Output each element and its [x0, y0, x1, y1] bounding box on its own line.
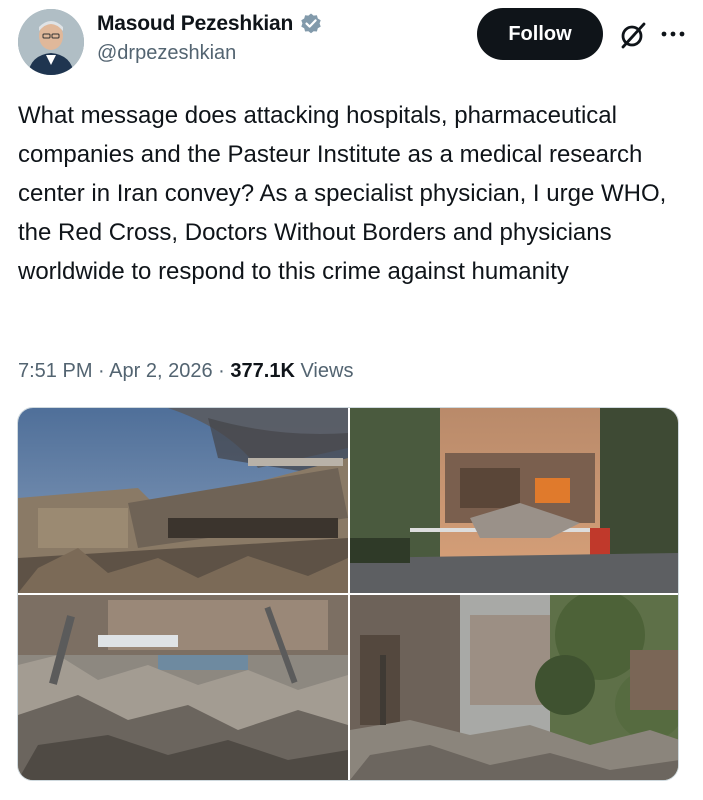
media-photo[interactable]: [350, 595, 678, 780]
more-options-icon[interactable]: [660, 26, 686, 44]
tweet-header: Masoud Pezeshkian @drpezeshkian Follow: [18, 8, 688, 75]
handle[interactable]: @drpezeshkian: [97, 42, 323, 65]
tweet-date[interactable]: Apr 2, 2026: [109, 360, 212, 382]
tweet-time[interactable]: 7:51 PM: [18, 360, 92, 382]
media-photo[interactable]: [350, 408, 678, 593]
meta-separator: ·: [98, 360, 105, 382]
views-count: 377.1K: [230, 360, 295, 382]
display-name-row: Masoud Pezeshkian: [97, 12, 323, 36]
views-label: Views: [300, 360, 354, 382]
avatar[interactable]: [18, 9, 84, 75]
tweet-meta: 7:51 PM · Apr 2, 2026 · 377.1K Views: [18, 360, 353, 383]
media-photo[interactable]: [18, 595, 348, 780]
media-photo[interactable]: [18, 408, 348, 593]
meta-separator: ·: [218, 360, 225, 382]
tweet-text: What message does attacking hospitals, p…: [18, 102, 667, 285]
author-block: Masoud Pezeshkian @drpezeshkian: [97, 12, 323, 65]
follow-button[interactable]: Follow: [477, 8, 603, 60]
verified-badge-icon[interactable]: [299, 12, 323, 36]
media-grid: [17, 407, 679, 781]
display-name[interactable]: Masoud Pezeshkian: [97, 12, 293, 36]
grok-icon[interactable]: [618, 20, 648, 50]
